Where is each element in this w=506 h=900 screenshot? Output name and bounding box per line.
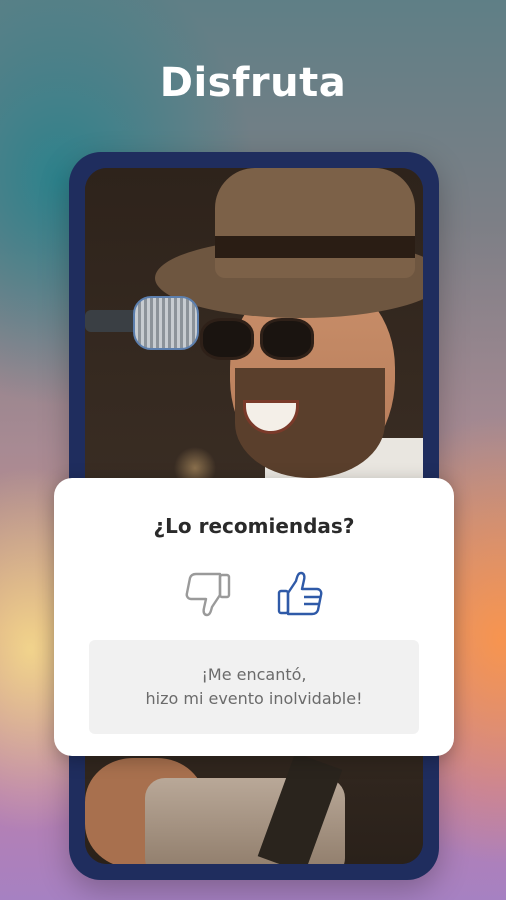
thumbs-up-icon bbox=[277, 571, 323, 616]
comment-box[interactable]: ¡Me encantó, hizo mi evento inolvidable! bbox=[89, 640, 419, 734]
photo-hat-crown bbox=[215, 168, 415, 278]
thumbs-down-button[interactable] bbox=[182, 568, 234, 620]
thumbs-up-button[interactable] bbox=[274, 568, 326, 620]
page-headline: Disfruta bbox=[159, 60, 347, 106]
photo-hat-band bbox=[215, 236, 415, 258]
mic-head bbox=[133, 296, 199, 350]
recommend-question: ¿Lo recomiendas? bbox=[153, 514, 355, 538]
comment-line-2: hizo mi evento inolvidable! bbox=[145, 689, 363, 708]
photo-lens-right bbox=[260, 318, 314, 360]
photo-lens-left bbox=[200, 318, 254, 360]
microphone-icon bbox=[85, 296, 199, 350]
thumbs-down-icon bbox=[185, 572, 231, 617]
comment-line-1: ¡Me encantó, bbox=[201, 665, 307, 684]
photo-sunglasses bbox=[200, 318, 315, 360]
recommendation-card: ¿Lo recomiendas? ¡Me encantó, hizo mi ev… bbox=[54, 478, 454, 756]
